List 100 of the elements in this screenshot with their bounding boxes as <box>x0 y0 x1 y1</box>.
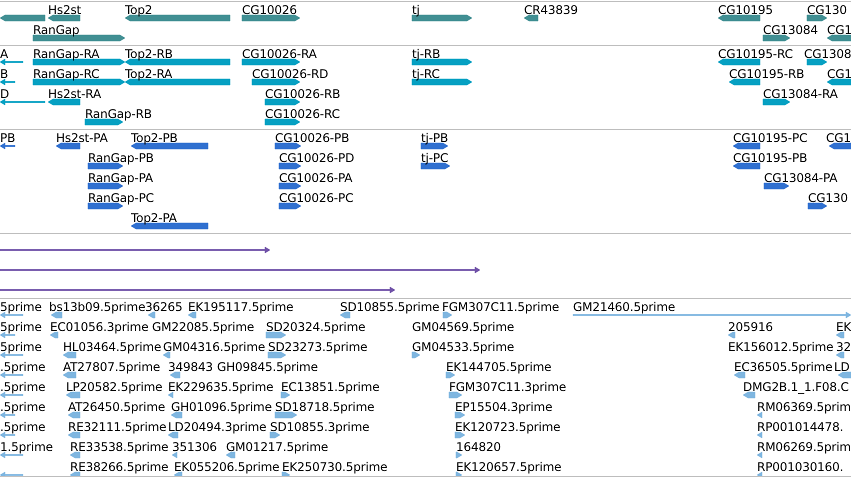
feature-label: CG10026-RD <box>252 67 328 81</box>
feature-label: 5prime <box>0 300 42 314</box>
feature-label: CG13084-PA <box>764 171 838 185</box>
feature-label: tj-RC <box>412 67 440 81</box>
feature-label: SD10855.5prime <box>340 300 440 314</box>
feature-label: GM22085.5prime <box>152 320 254 334</box>
feature-label: AT26450.5prime <box>68 400 166 414</box>
feature-label: CG1 <box>826 131 851 145</box>
feature-label: CG10195-PB <box>733 151 808 165</box>
feature-label: RanGap-PB <box>88 151 154 165</box>
feature-label: 36265 <box>145 300 182 314</box>
feature-label: GH01096.5prime <box>171 400 272 414</box>
feature-label: 164820 <box>456 440 501 454</box>
feature-label: EK195117.5prime <box>188 300 294 314</box>
feature-label: 351306 <box>172 440 217 454</box>
feature-label: FGM307C11.5prime <box>442 300 560 314</box>
feature-label: tj-PC <box>421 151 448 165</box>
feature-label: Hs2st-PA <box>56 131 108 145</box>
feature-label: PB <box>0 131 16 145</box>
feature-label: RE33538.5prime <box>70 440 168 454</box>
feature-label: D <box>0 87 10 101</box>
feature-label: tj <box>412 3 420 17</box>
feature-label: DMG2B.1_1.F08.C <box>743 380 849 394</box>
feature-label: .5prime <box>0 420 46 434</box>
feature-label: CG10026-RC <box>265 107 340 121</box>
feature-label: CG130 <box>807 3 847 17</box>
feature-label: GM04533.5prime <box>412 340 514 354</box>
feature-label: Top2-PB <box>131 131 178 145</box>
feature-label: LD <box>834 360 850 374</box>
feature-label: RE32111.5prime <box>68 420 166 434</box>
feature-label: RanGap-PA <box>88 171 153 185</box>
feature-label: LP20582.5prime <box>66 380 162 394</box>
feature-label: .5prime <box>0 380 46 394</box>
feature-label: CG10195-RB <box>729 67 804 81</box>
feature-label: CG10026 <box>242 3 297 17</box>
feature-label: CG10195 <box>718 3 773 17</box>
feature-label: 5prime <box>0 320 42 334</box>
feature-label: bs13b09.5prime <box>49 300 146 314</box>
feature-label: A <box>0 47 8 61</box>
feature-label: EK055206.5prime <box>174 460 280 474</box>
feature-label: GM21460.5prime <box>573 300 676 314</box>
feature-label: CG10195-PC <box>733 131 808 145</box>
feature-label: GM04316.5prime <box>163 340 266 354</box>
feature-label: Top2-PA <box>131 211 177 225</box>
feature-label: LD20494.3prime <box>168 420 266 434</box>
feature-label: 205916 <box>728 320 773 334</box>
feature-label: RM06269.5prim <box>757 440 851 454</box>
feature-label: CG1308 <box>804 47 851 61</box>
feature-label: RE38266.5prime <box>70 460 168 474</box>
feature-label: EK <box>836 320 851 334</box>
feature-label: EC01056.3prime <box>50 320 148 334</box>
feature-label: EC36505.5prime <box>734 360 832 374</box>
feature-label: EK120657.5prime <box>456 460 562 474</box>
feature-label: CG10195-RC <box>718 47 793 61</box>
feature-label: tj-PB <box>421 131 448 145</box>
feature-label: CG13084 <box>763 23 818 37</box>
feature-label: RanGap-RC <box>33 67 100 81</box>
feature-label: CG13084-RA <box>763 87 838 101</box>
feature-label: 349843 <box>168 360 213 374</box>
feature-label: CG1 <box>827 67 851 81</box>
feature-label: GM01217.5prime <box>226 440 328 454</box>
feature-label: EC13851.5prime <box>281 380 380 394</box>
feature-label: EK120723.5prime <box>455 420 560 434</box>
feature-label: HL03464.5prime <box>63 340 162 354</box>
feature-label: FGM307C11.3prime <box>449 380 566 394</box>
feature-label: CR43839 <box>524 3 578 17</box>
feature-label: .5prime <box>0 360 46 374</box>
feature-label: CG10026-RA <box>242 47 317 61</box>
feature-label: AT27807.5prime <box>63 360 160 374</box>
feature-label: EK229635.5prime <box>168 380 274 394</box>
feature-label: EK144705.5prime <box>446 360 552 374</box>
feature-label: CG10026-PB <box>275 131 350 145</box>
feature-label: CG10026-PC <box>279 191 354 205</box>
feature-label: 1.5prime <box>0 440 53 454</box>
feature-label: SD10855.3prime <box>270 420 370 434</box>
feature-label: CG10026-RB <box>265 87 340 101</box>
feature-label: CG1 <box>827 23 851 37</box>
feature-label: CG10026-PA <box>279 171 352 185</box>
feature-label: B <box>0 67 8 81</box>
feature-label: RP001014478. <box>757 420 844 434</box>
feature-label: RanGap-RA <box>33 47 100 61</box>
feature-label: RanGap <box>33 23 80 37</box>
feature-label: Top2-RB <box>125 47 173 61</box>
feature-label: GH09845.5prime <box>217 360 318 374</box>
feature-label: Hs2st <box>48 3 82 17</box>
feature-label: tj-RB <box>412 47 440 61</box>
feature-label: .5prime <box>0 400 46 414</box>
feature-label: SD23273.5prime <box>268 340 368 354</box>
feature-label: RanGap-PC <box>88 191 154 205</box>
feature-label: RanGap-RB <box>85 107 152 121</box>
feature-label: SD18718.5prime <box>275 400 374 414</box>
feature-label: SD20324.5prime <box>266 320 366 334</box>
feature-label: RM06369.5prim <box>757 400 851 414</box>
feature-label: GM04569.5prime <box>412 320 514 334</box>
feature-label: CG10026-PD <box>279 151 354 165</box>
feature-label: EK156012.5prime <box>728 340 834 354</box>
feature-label: EP15504.3prime <box>455 400 552 414</box>
feature-label: Top2-RA <box>125 67 172 81</box>
feature-label: Hs2st-RA <box>48 87 102 101</box>
feature-label: Top2 <box>125 3 152 17</box>
